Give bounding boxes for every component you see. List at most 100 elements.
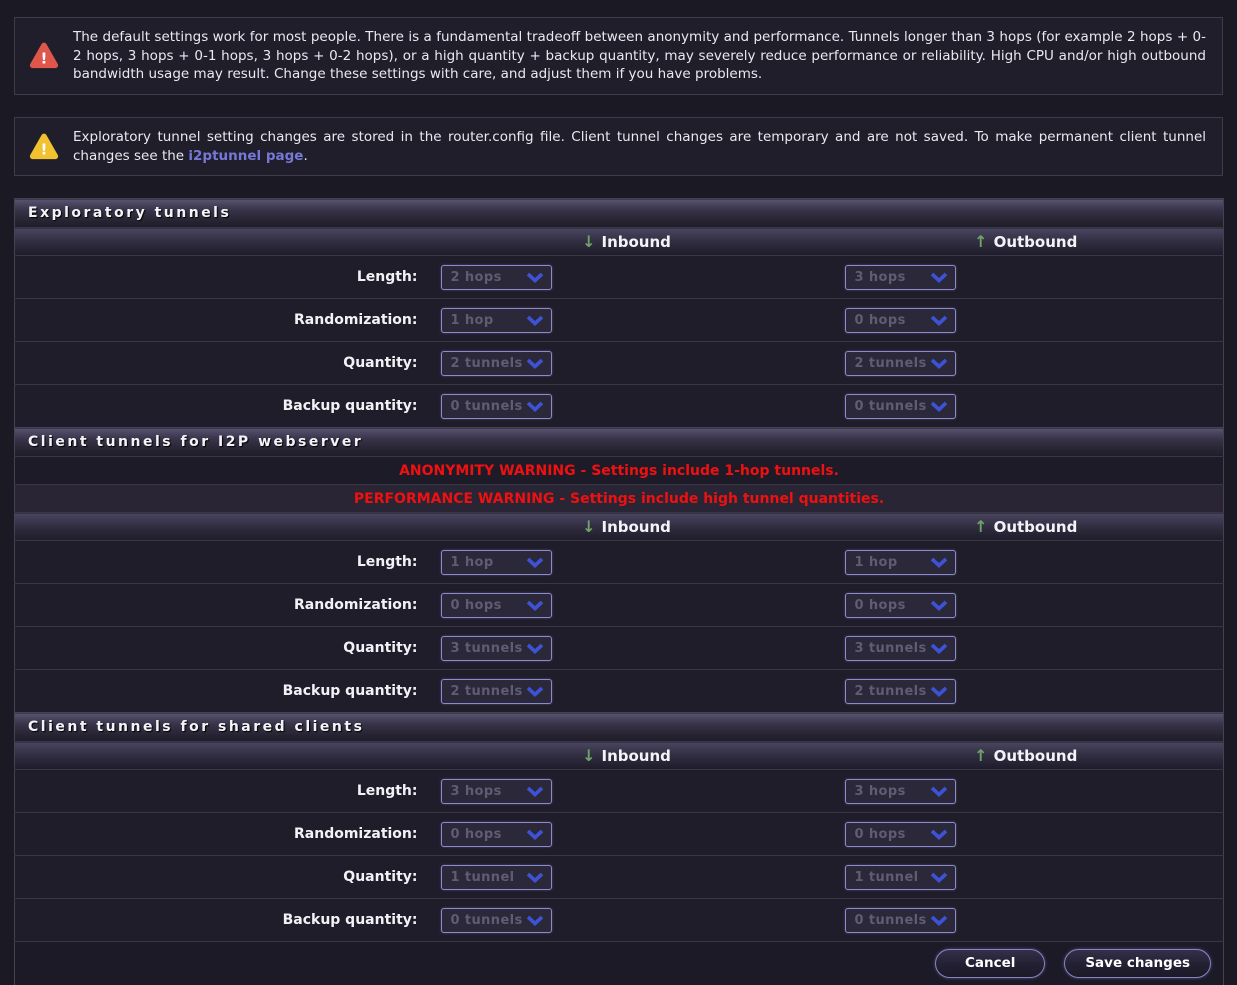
section-header-row: Client tunnels for I2P webserver	[15, 428, 1224, 457]
arrow-down-icon: ↓	[582, 517, 595, 536]
section-header-row: Client tunnels for shared clients	[15, 713, 1224, 742]
outbound-randomization-select[interactable]: 0 hops	[845, 308, 956, 333]
inbound-backup-quantity-select[interactable]: 0 tunnels	[441, 394, 552, 419]
inbound-quantity-select[interactable]: 1 tunnel	[441, 865, 552, 890]
chevron-down-icon	[930, 272, 948, 283]
column-header-spacer	[15, 742, 425, 770]
outbound-column-header: ↑Outbound	[829, 742, 1224, 770]
critical-alert-text: The default settings work for most peopl…	[73, 28, 1206, 84]
i2ptunnel-page-link[interactable]: i2ptunnel page	[188, 148, 303, 164]
section-title: Client tunnels for I2P webserver	[15, 428, 1224, 457]
chevron-down-icon	[930, 686, 948, 697]
section-warning-row: PERFORMANCE WARNING - Settings include h…	[15, 485, 1224, 513]
chevron-down-icon	[526, 401, 544, 412]
setting-row: Quantity: 3 tunnels 3 tunnels	[15, 627, 1224, 670]
chevron-down-icon	[526, 915, 544, 926]
inbound-column-header: ↓Inbound	[425, 228, 829, 256]
setting-label: Backup quantity:	[283, 912, 418, 928]
selected-value: 2 hops	[451, 270, 502, 285]
alert-triangle-yellow-icon: !	[28, 132, 60, 161]
outbound-quantity-select[interactable]: 2 tunnels	[845, 351, 956, 376]
selected-value: 0 tunnels	[451, 913, 523, 928]
chevron-down-icon	[930, 872, 948, 883]
setting-row: Length: 3 hops 3 hops	[15, 770, 1224, 813]
chevron-down-icon	[930, 643, 948, 654]
inbound-column-label: Inbound	[602, 518, 671, 536]
outbound-column-label: Outbound	[994, 747, 1078, 765]
cancel-button[interactable]: Cancel	[935, 949, 1045, 978]
outbound-randomization-select[interactable]: 0 hops	[845, 822, 956, 847]
section-warning-row: ANONYMITY WARNING - Settings include 1-h…	[15, 457, 1224, 485]
section-title: Exploratory tunnels	[15, 199, 1224, 228]
inbound-randomization-select[interactable]: 1 hop	[441, 308, 552, 333]
outbound-column-header: ↑ Outbound	[829, 513, 1224, 541]
setting-row: Backup quantity: 0 tunnels 0 tunnels	[15, 385, 1224, 428]
save-changes-button[interactable]: Save changes	[1064, 949, 1211, 978]
selected-value: 2 tunnels	[855, 356, 927, 371]
outbound-quantity-select[interactable]: 3 tunnels	[845, 636, 956, 661]
selected-value: 3 hops	[855, 270, 906, 285]
outbound-quantity-select[interactable]: 1 tunnel	[845, 865, 956, 890]
outbound-length-select[interactable]: 1 hop	[845, 550, 956, 575]
chevron-down-icon	[526, 315, 544, 326]
outbound-column-label: Outbound	[994, 233, 1078, 251]
setting-label: Quantity:	[343, 640, 417, 656]
selected-value: 1 hop	[855, 555, 898, 570]
outbound-column-header: ↑Outbound	[829, 228, 1224, 256]
critical-alert-box: ! The default settings work for most peo…	[14, 17, 1223, 95]
chevron-down-icon	[526, 872, 544, 883]
setting-label: Length:	[357, 783, 418, 799]
chevron-down-icon	[526, 358, 544, 369]
outbound-backup-quantity-select[interactable]: 2 tunnels	[845, 679, 956, 704]
outbound-column-label: Outbound	[994, 518, 1078, 536]
selected-value: 0 tunnels	[451, 399, 523, 414]
inbound-randomization-select[interactable]: 0 hops	[441, 822, 552, 847]
setting-row: Randomization: 1 hop 0 hops	[15, 299, 1224, 342]
info-alert-text: Exploratory tunnel setting changes are s…	[73, 128, 1206, 165]
inbound-quantity-select[interactable]: 3 tunnels	[441, 636, 552, 661]
setting-row: Backup quantity: 2 tunnels 2 tunnels	[15, 670, 1224, 713]
form-actions-row: Cancel Save changes	[15, 942, 1224, 985]
selected-value: 3 tunnels	[451, 641, 523, 656]
setting-label: Length:	[357, 269, 418, 285]
column-header-row: ↓ Inbound ↑ Outbound	[15, 513, 1224, 541]
alert-triangle-red-icon: !	[28, 41, 60, 70]
inbound-length-select[interactable]: 1 hop	[441, 550, 552, 575]
selected-value: 0 hops	[855, 313, 906, 328]
outbound-backup-quantity-select[interactable]: 0 tunnels	[845, 908, 956, 933]
setting-label: Backup quantity:	[283, 683, 418, 699]
selected-value: 0 hops	[855, 598, 906, 613]
section-header-row: Exploratory tunnels	[15, 199, 1224, 228]
inbound-length-select[interactable]: 3 hops	[441, 779, 552, 804]
inbound-column-header: ↓ Inbound	[425, 513, 829, 541]
arrow-down-icon: ↓	[582, 746, 595, 765]
inbound-length-select[interactable]: 2 hops	[441, 265, 552, 290]
column-header-spacer	[15, 513, 425, 541]
section-title: Client tunnels for shared clients	[15, 713, 1224, 742]
setting-label: Quantity:	[343, 355, 417, 371]
inbound-randomization-select[interactable]: 0 hops	[441, 593, 552, 618]
column-header-row: ↓Inbound ↑Outbound	[15, 228, 1224, 256]
outbound-length-select[interactable]: 3 hops	[845, 265, 956, 290]
selected-value: 2 tunnels	[451, 356, 523, 371]
selected-value: 0 hops	[855, 827, 906, 842]
section-warning-text: ANONYMITY WARNING - Settings include 1-h…	[15, 457, 1224, 485]
arrow-up-icon: ↑	[974, 517, 987, 536]
outbound-randomization-select[interactable]: 0 hops	[845, 593, 956, 618]
arrow-down-icon: ↓	[582, 232, 595, 251]
setting-label: Randomization:	[294, 597, 418, 613]
inbound-backup-quantity-select[interactable]: 2 tunnels	[441, 679, 552, 704]
chevron-down-icon	[930, 786, 948, 797]
selected-value: 3 hops	[451, 784, 502, 799]
chevron-down-icon	[526, 272, 544, 283]
setting-row: Randomization: 0 hops 0 hops	[15, 813, 1224, 856]
outbound-backup-quantity-select[interactable]: 0 tunnels	[845, 394, 956, 419]
svg-text:!: !	[41, 50, 48, 68]
setting-row: Quantity: 1 tunnel 1 tunnel	[15, 856, 1224, 899]
selected-value: 1 tunnel	[451, 870, 515, 885]
inbound-quantity-select[interactable]: 2 tunnels	[441, 351, 552, 376]
inbound-backup-quantity-select[interactable]: 0 tunnels	[441, 908, 552, 933]
outbound-length-select[interactable]: 3 hops	[845, 779, 956, 804]
section-warning-text: PERFORMANCE WARNING - Settings include h…	[15, 485, 1224, 513]
chevron-down-icon	[930, 358, 948, 369]
